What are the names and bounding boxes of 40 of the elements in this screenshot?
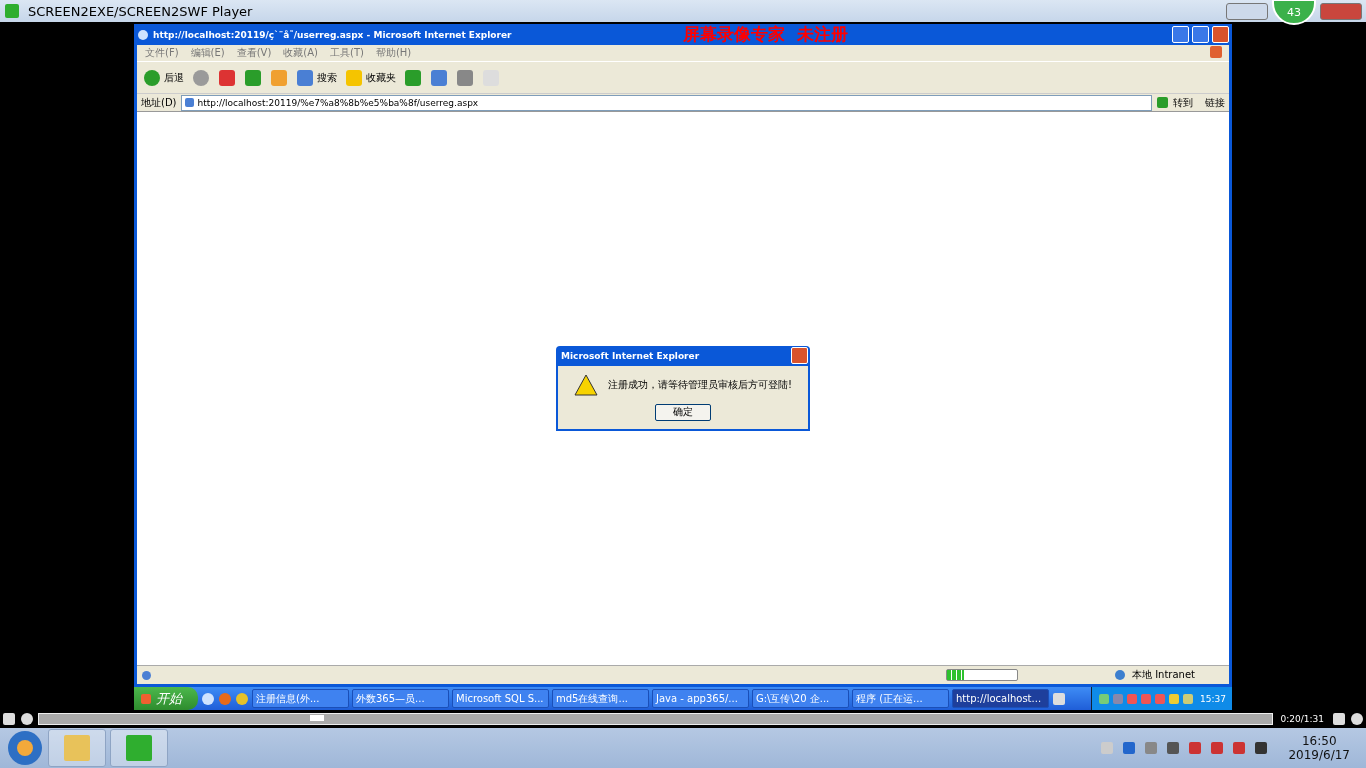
links-button[interactable]: 链接: [1205, 95, 1225, 110]
toolbar-label[interactable]: 后退: [164, 70, 184, 85]
clock-date: 2019/6/17: [1288, 748, 1350, 762]
toolbar-label[interactable]: 收藏夹: [366, 70, 396, 85]
seek-thumb[interactable]: [310, 715, 325, 721]
taskbar-item[interactable]: Java - app365/...: [652, 689, 749, 708]
toolbar-label[interactable]: 搜索: [317, 70, 337, 85]
address-field[interactable]: http://localhost:20119/%e7%a8%8b%e5%ba%8f/userreg.aspx: [180, 94, 1152, 111]
dialog-message: 注册成功，请等待管理员审核后方可登陆!: [608, 377, 792, 392]
menu-item[interactable]: 工具(T): [330, 46, 364, 60]
menu-item[interactable]: 帮助(H): [375, 46, 412, 60]
go-button[interactable]: 转到: [1173, 95, 1193, 110]
warning-icon: [574, 373, 598, 396]
taskbar-item[interactable]: 程序 (正在运...: [852, 689, 949, 708]
taskbar-button[interactable]: [110, 729, 168, 767]
taskbar-item[interactable]: md5在线查询...: [552, 689, 649, 708]
watermark-text: 屏幕录像专家 未注册: [683, 25, 848, 44]
clock-time: 16:50: [1301, 734, 1337, 748]
minimize-button[interactable]: [1226, 3, 1268, 20]
start-button[interactable]: 开始: [134, 687, 198, 710]
counter-badge: 43: [1272, 0, 1316, 25]
taskbar-item[interactable]: 注册信息(外...: [252, 689, 349, 708]
browser-title: http://localhost:20119/ç`¨å˜/userreg.aspx - Microsoft Internet Explorer: [153, 29, 512, 40]
ok-button[interactable]: 确定: [655, 403, 711, 421]
taskbar-item[interactable]: http://localhost...: [952, 689, 1049, 708]
menu-item[interactable]: 文件(F): [145, 46, 179, 60]
taskbar-item[interactable]: G:\互传\20 企...: [752, 689, 849, 708]
window-title: SCREEN2EXE/SCREEN2SWF Player: [28, 3, 253, 19]
dialog-title: Microsoft Internet Explorer: [561, 350, 700, 361]
taskbar-button[interactable]: [48, 729, 106, 767]
taskbar-item[interactable]: 外数365—员...: [352, 689, 449, 708]
clock-text: 15:37: [1200, 693, 1226, 704]
zone-label: 本地 Intranet: [1131, 668, 1195, 682]
menu-item[interactable]: 编辑(E): [190, 46, 225, 60]
menu-item[interactable]: 收藏(A): [283, 46, 318, 60]
maximize-button[interactable]: [1192, 26, 1209, 43]
taskbar-item[interactable]: Microsoft SQL S...: [452, 689, 549, 708]
menu-item[interactable]: 查看(V): [236, 46, 272, 60]
playback-time: 0:20/1:31: [1279, 714, 1325, 724]
address-label: 地址(D): [141, 95, 177, 110]
